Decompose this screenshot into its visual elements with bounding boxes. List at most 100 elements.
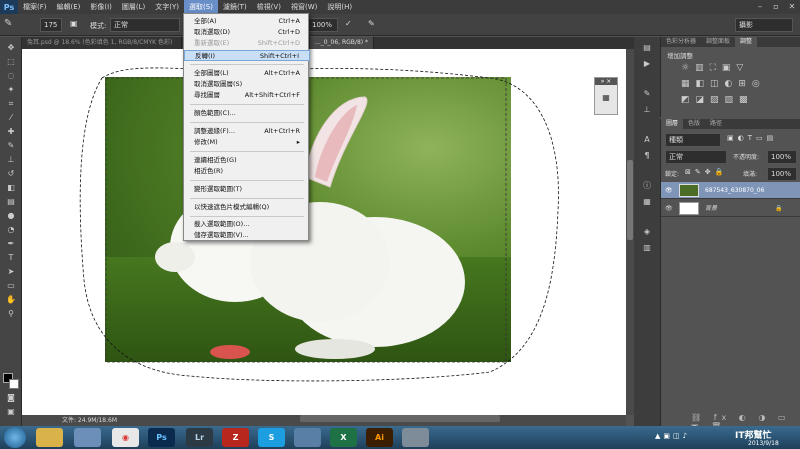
menu-view[interactable]: 檢視(V) bbox=[252, 0, 286, 14]
tab-color-analyzer[interactable]: 色彩分析器 bbox=[661, 37, 701, 47]
adjustment-icons-row-3[interactable]: ◩◪▧▨▩ bbox=[681, 95, 791, 105]
eye-icon[interactable]: 👁 bbox=[665, 200, 673, 217]
tab-adjustments[interactable]: 調整 bbox=[735, 37, 758, 47]
dodge-tool-icon[interactable]: ◔ bbox=[4, 225, 18, 235]
media-taskbar-icon[interactable] bbox=[74, 428, 101, 447]
blur-tool-icon[interactable]: ● bbox=[4, 211, 18, 221]
eye-icon[interactable]: 👁 bbox=[665, 182, 673, 199]
menu-item-select-all[interactable]: 全部(A) Ctrl+A bbox=[184, 16, 310, 27]
menu-item-quick-mask[interactable]: 以快速遮色片模式編輯(Q) bbox=[184, 202, 310, 213]
maximize-icon[interactable]: ▫ bbox=[768, 0, 784, 14]
menu-select[interactable]: 選取(S) bbox=[184, 0, 218, 14]
system-tray-icons[interactable]: ▲▣◫♪ bbox=[655, 432, 690, 440]
brush-panel-icon[interactable]: ▣ bbox=[70, 19, 78, 28]
menu-item-transform-selection[interactable]: 變形選取範圍(T) bbox=[184, 184, 310, 195]
tab-channels[interactable]: 色版 bbox=[683, 119, 705, 129]
skype-taskbar-icon[interactable]: S bbox=[258, 428, 285, 447]
menu-item-refine-edge[interactable]: 調整邊緣(F)... Alt+Ctrl+R bbox=[184, 126, 310, 137]
menu-help[interactable]: 說明(H) bbox=[322, 0, 357, 14]
fill-field[interactable]: 100% bbox=[767, 167, 797, 181]
gradient-tool-icon[interactable]: ▤ bbox=[4, 197, 18, 207]
history-brush-tool-icon[interactable]: ↺ bbox=[4, 169, 18, 179]
brush-size-field[interactable]: 175 bbox=[40, 18, 62, 32]
timeline-panel-icon[interactable]: ▥ bbox=[640, 243, 654, 253]
menu-item-inverse[interactable]: 反轉(I) Shift+Ctrl+I bbox=[184, 50, 310, 61]
layer-filter-kind-select[interactable]: 種類 bbox=[665, 133, 721, 147]
paragraph-panel-icon[interactable]: ¶ bbox=[640, 151, 654, 161]
menu-window[interactable]: 視窗(W) bbox=[286, 0, 322, 14]
healing-tool-icon[interactable]: ✚ bbox=[4, 127, 18, 137]
menu-filter[interactable]: 濾鏡(T) bbox=[218, 0, 252, 14]
zoom-tool-icon[interactable]: ⚲ bbox=[4, 309, 18, 319]
path-select-tool-icon[interactable]: ➤ bbox=[4, 267, 18, 277]
menu-item-load-selection[interactable]: 載入選取範圍(O)... bbox=[184, 219, 310, 230]
background-color-swatch[interactable] bbox=[9, 379, 19, 389]
minimize-icon[interactable]: – bbox=[752, 0, 768, 14]
airbrush-icon[interactable]: ✓ bbox=[345, 19, 352, 28]
layer-row[interactable]: 👁 背景 🔒 bbox=[661, 200, 800, 217]
percent-field[interactable]: 100% bbox=[308, 18, 338, 32]
menu-image[interactable]: 影像(I) bbox=[85, 0, 117, 14]
layer-filter-icons[interactable]: ▣◐T▭▤ bbox=[727, 134, 777, 142]
window-taskbar-icon[interactable] bbox=[294, 428, 321, 447]
layer-row[interactable]: 👁 687543_630870_06 bbox=[661, 182, 800, 199]
doc-tab-2[interactable]: ..._0_06, RGB/8) * bbox=[310, 37, 375, 49]
tab-paths[interactable]: 路徑 bbox=[705, 119, 727, 129]
clone-source-icon[interactable]: ⊥ bbox=[640, 105, 654, 115]
menu-item-modify[interactable]: 修改(M) ▸ bbox=[184, 137, 310, 148]
hand-tool-icon[interactable]: ✋ bbox=[4, 295, 18, 305]
blend-mode-select[interactable]: 正常 bbox=[665, 150, 727, 164]
close-icon[interactable]: ✕ bbox=[784, 0, 800, 14]
menu-item-find-layers[interactable]: 尋找圖層 Alt+Shift+Ctrl+F bbox=[184, 90, 310, 101]
start-button[interactable] bbox=[4, 427, 26, 448]
clock-date[interactable]: 2013/9/18 bbox=[748, 440, 779, 447]
menu-edit[interactable]: 編輯(E) bbox=[52, 0, 86, 14]
menu-item-all-layers[interactable]: 全部圖層(L) Alt+Ctrl+A bbox=[184, 68, 310, 79]
quick-mask-icon[interactable]: ◙ bbox=[4, 393, 18, 403]
navigator-icon[interactable]: ▦ bbox=[595, 93, 617, 102]
pressure-icon[interactable]: ✎ bbox=[368, 19, 375, 28]
eyedropper-tool-icon[interactable]: ⁄ bbox=[4, 113, 18, 123]
menu-item-save-selection[interactable]: 儲存選取範圍(V)... bbox=[184, 230, 310, 241]
quick-select-tool-icon[interactable]: ✦ bbox=[4, 85, 18, 95]
screen-mode-icon[interactable]: ▣ bbox=[4, 407, 18, 417]
tab-layers[interactable]: 圖層 bbox=[661, 119, 684, 129]
workspace-select[interactable]: 攝影 bbox=[735, 18, 793, 32]
lightroom-taskbar-icon[interactable]: Lr bbox=[186, 428, 213, 447]
brush-tool-icon[interactable]: ✎ bbox=[4, 18, 12, 29]
clone-stamp-tool-icon[interactable]: ⊥ bbox=[4, 155, 18, 165]
shape-tool-icon[interactable]: ▭ bbox=[4, 281, 18, 291]
lasso-tool-icon[interactable]: ◌ bbox=[4, 71, 18, 81]
marquee-tool-icon[interactable]: ⬚ bbox=[4, 57, 18, 67]
illustrator-taskbar-icon[interactable]: Ai bbox=[366, 428, 393, 447]
photoshop-taskbar-icon[interactable]: Ps bbox=[148, 428, 175, 447]
excel-taskbar-icon[interactable]: X bbox=[330, 428, 357, 447]
adjustment-icons-row-1[interactable]: ☼▥⛶▣▽ bbox=[681, 63, 791, 73]
brush-tool-icon[interactable]: ✎ bbox=[4, 141, 18, 151]
filezilla-taskbar-icon[interactable]: Z bbox=[222, 428, 249, 447]
3d-panel-icon[interactable]: ◈ bbox=[640, 227, 654, 237]
menu-item-grow[interactable]: 連續相近色(G) bbox=[184, 155, 310, 166]
type-tool-icon[interactable]: T bbox=[4, 253, 18, 263]
pen-tool-icon[interactable]: ✒ bbox=[4, 239, 18, 249]
properties-panel-icon[interactable]: ▦ bbox=[640, 197, 654, 207]
misc-taskbar-icon[interactable] bbox=[402, 428, 429, 447]
character-panel-icon[interactable]: A bbox=[640, 135, 654, 145]
adjustment-icons-row-2[interactable]: ▦◧◫◐⊞◎ bbox=[681, 79, 791, 89]
lock-icons[interactable]: ⊠✎✥🔒 bbox=[685, 168, 727, 176]
horizontal-scroll-thumb[interactable] bbox=[300, 415, 500, 422]
explorer-taskbar-icon[interactable] bbox=[36, 428, 63, 447]
history-panel-icon[interactable]: ▤ bbox=[640, 43, 654, 53]
menu-item-color-range[interactable]: 顏色範圍(C)... bbox=[184, 108, 310, 119]
menu-file[interactable]: 檔案(F) bbox=[18, 0, 52, 14]
eraser-tool-icon[interactable]: ◧ bbox=[4, 183, 18, 193]
vertical-scroll-thumb[interactable] bbox=[627, 160, 633, 240]
crop-tool-icon[interactable]: ⌗ bbox=[4, 99, 18, 109]
doc-tab-1[interactable]: 兔耳.psd @ 18.6% (色彩填色 1, RGB/8/CMYK 色彩) bbox=[22, 37, 182, 49]
tab-adjust-panel[interactable]: 調整面板 bbox=[701, 37, 735, 47]
menu-item-deselect-layers[interactable]: 取消選取圖層(S) bbox=[184, 79, 310, 90]
info-panel-icon[interactable]: ⓘ bbox=[640, 181, 654, 191]
menu-type[interactable]: 文字(Y) bbox=[150, 0, 184, 14]
chrome-taskbar-icon[interactable]: ◉ bbox=[112, 428, 139, 447]
floating-navigator-widget[interactable]: » × ▦ bbox=[594, 77, 618, 115]
